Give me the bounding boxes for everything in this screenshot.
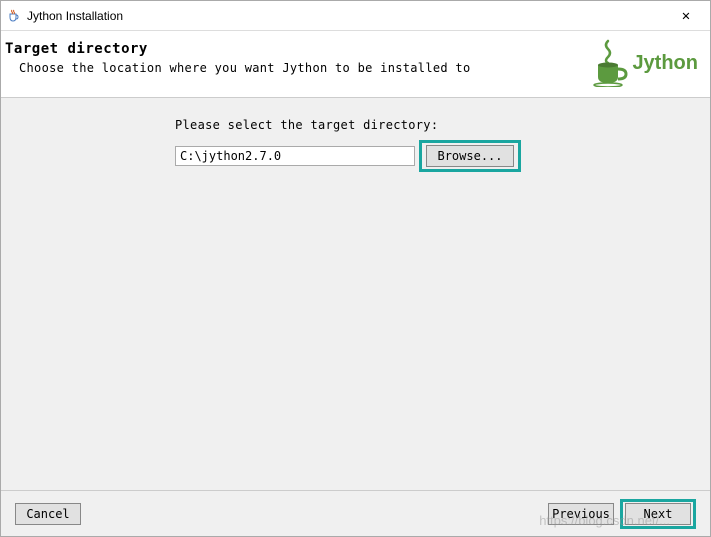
page-title: Target directory <box>5 41 470 57</box>
footer: Cancel https://blog.csdn.net/... Previou… <box>1 490 710 536</box>
next-highlight: Next <box>620 499 696 529</box>
footer-left: Cancel <box>15 503 548 525</box>
browse-button[interactable]: Browse... <box>426 145 514 167</box>
jython-logo: Jython <box>588 39 698 87</box>
cancel-button[interactable]: Cancel <box>15 503 81 525</box>
titlebar: Jython Installation ✕ <box>1 1 710 31</box>
directory-row: Browse... <box>175 140 680 172</box>
window-title: Jython Installation <box>27 9 666 23</box>
previous-button[interactable]: Previous <box>548 503 614 525</box>
directory-label: Please select the target directory: <box>175 118 680 132</box>
jython-cup-icon <box>588 39 628 87</box>
footer-right: Previous Next <box>548 499 696 529</box>
content-area: Please select the target directory: Brow… <box>1 97 710 490</box>
installer-window: Jython Installation ✕ Target directory C… <box>0 0 711 537</box>
page-subtitle: Choose the location where you want Jytho… <box>5 61 470 75</box>
java-icon <box>5 8 21 24</box>
header: Target directory Choose the location whe… <box>1 31 710 97</box>
header-text: Target directory Choose the location whe… <box>5 39 470 75</box>
next-button[interactable]: Next <box>625 503 691 525</box>
directory-input[interactable] <box>175 146 415 166</box>
browse-highlight: Browse... <box>419 140 521 172</box>
close-button[interactable]: ✕ <box>666 2 706 30</box>
jython-logo-text: Jython <box>632 52 698 75</box>
